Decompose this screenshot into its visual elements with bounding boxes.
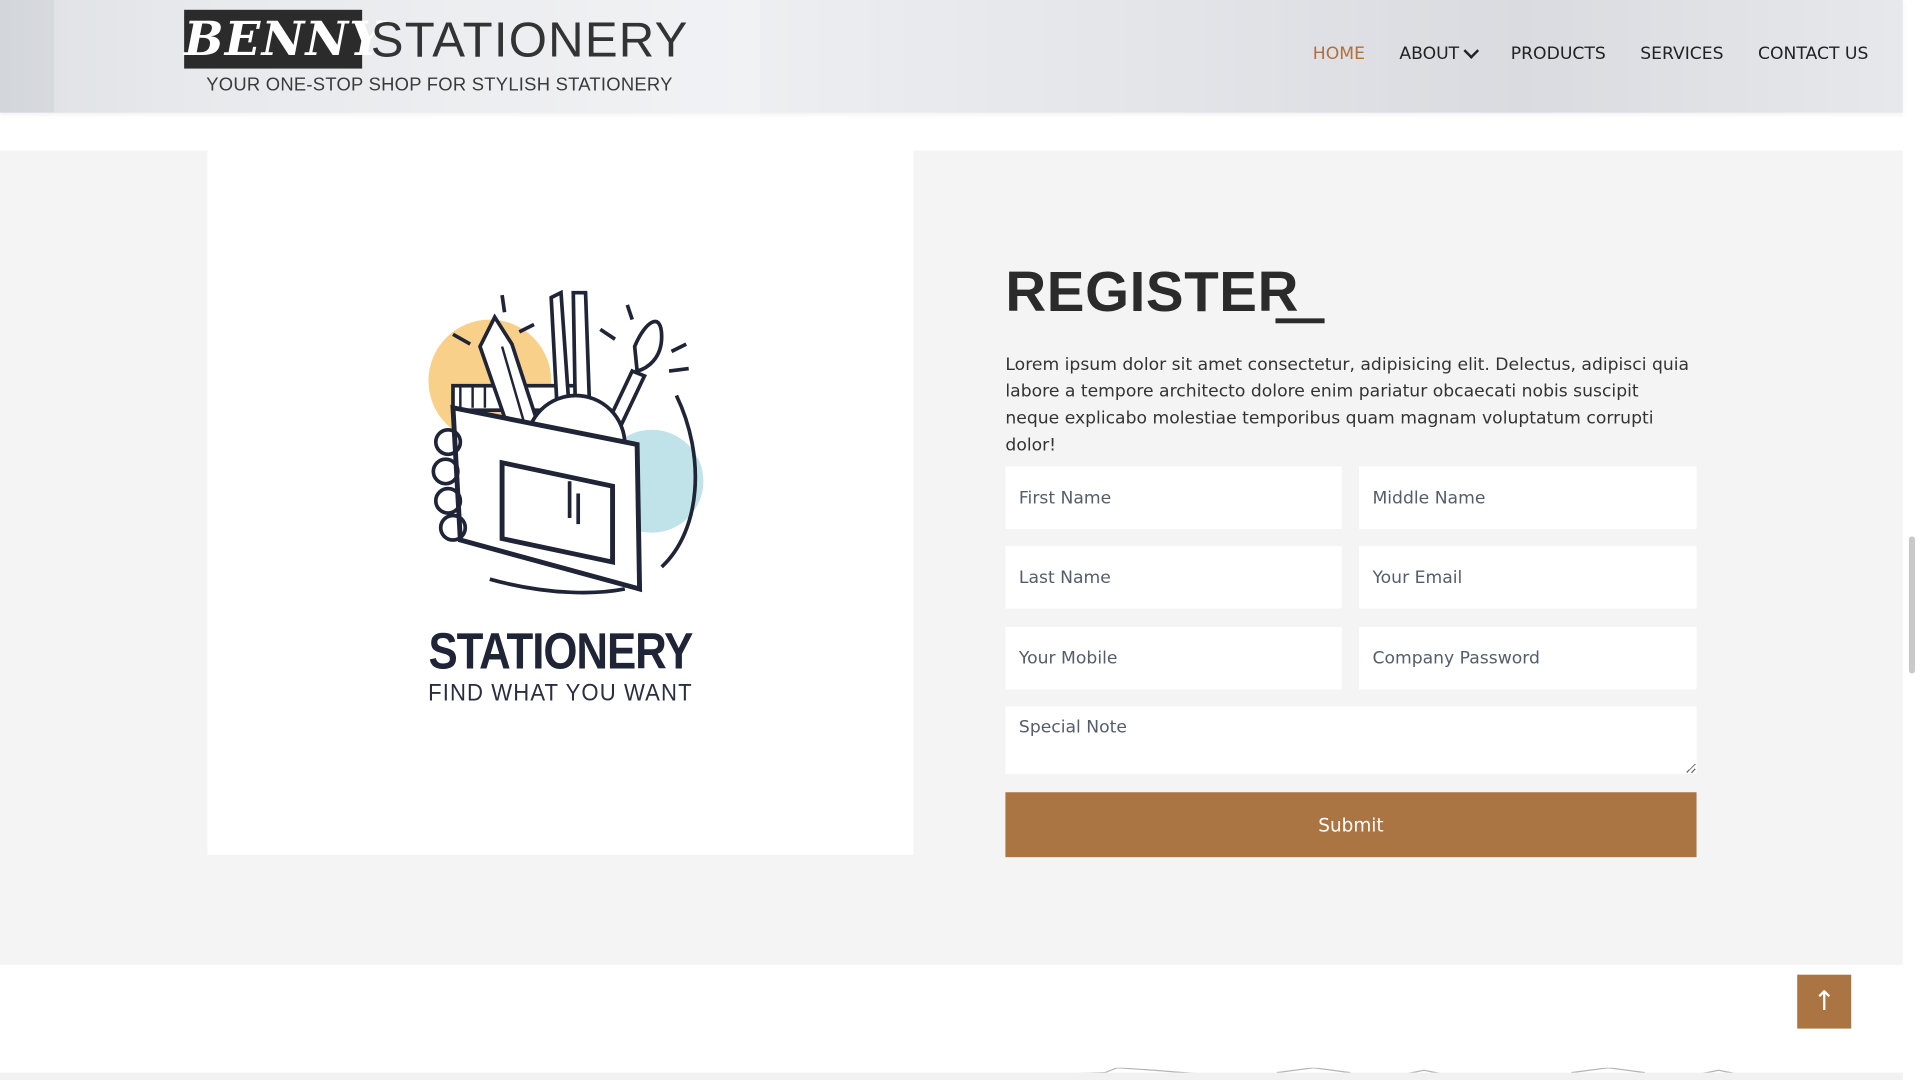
special-note-field[interactable] xyxy=(1005,706,1697,774)
illustration-title: STATIONERY xyxy=(428,622,693,680)
nav-item-about[interactable]: ABOUT xyxy=(1399,42,1479,64)
stationery-image-card: STATIONERY FIND WHAT YOU WANT xyxy=(207,150,914,855)
middle-name-field[interactable] xyxy=(1358,466,1697,529)
nav-item-contact-us[interactable]: CONTACT US xyxy=(1758,44,1868,64)
first-name-field[interactable] xyxy=(1005,466,1342,529)
arrow-up-icon: ↑ xyxy=(1812,986,1836,1017)
logo-box[interactable]: BENNY xyxy=(184,9,383,69)
bottom-divider xyxy=(0,1072,1903,1080)
nav-item-label: PRODUCTS xyxy=(1510,44,1606,64)
password-field[interactable] xyxy=(1358,626,1697,690)
scrollbar-thumb[interactable] xyxy=(1908,536,1916,674)
nav-item-label: HOME xyxy=(1312,44,1365,64)
last-name-field[interactable] xyxy=(1005,546,1342,609)
register-title: REGISTER xyxy=(1005,259,1299,324)
back-to-top-button[interactable]: ↑ xyxy=(1797,974,1852,1029)
nav-item-home[interactable]: HOME xyxy=(1313,44,1365,64)
nav-item-label: SERVICES xyxy=(1640,44,1724,64)
register-section: STATIONERY FIND WHAT YOU WANT REGISTER L… xyxy=(0,150,1903,965)
page: BENNY STATIONERY YOUR ONE-STOP SHOP FOR … xyxy=(0,0,1920,1080)
nav-item-label: CONTACT US xyxy=(1757,44,1869,64)
email-field[interactable] xyxy=(1358,546,1697,609)
register-description: Lorem ipsum dolor sit amet consectetur, … xyxy=(1005,355,1690,456)
chevron-down-icon xyxy=(1463,42,1479,59)
main-nav: HOME ABOUT PRODUCTS SERVICES CONTACT US xyxy=(1313,42,1868,64)
title-underline xyxy=(1275,318,1325,324)
nav-item-label: ABOUT xyxy=(1399,44,1460,64)
submit-button[interactable]: Submit xyxy=(1005,792,1697,858)
nav-item-services[interactable]: SERVICES xyxy=(1640,44,1723,64)
logo-wordmark[interactable]: STATIONERY xyxy=(371,12,689,68)
nav-item-products[interactable]: PRODUCTS xyxy=(1511,44,1606,64)
logo-tagline: YOUR ONE-STOP SHOP FOR STYLISH STATIONER… xyxy=(206,74,673,96)
mobile-field[interactable] xyxy=(1005,626,1342,690)
illustration-subtitle: FIND WHAT YOU WANT xyxy=(428,679,693,707)
next-section xyxy=(0,964,1903,1080)
stationery-illustration-icon xyxy=(428,289,704,595)
site-header: BENNY STATIONERY YOUR ONE-STOP SHOP FOR … xyxy=(0,0,1903,113)
